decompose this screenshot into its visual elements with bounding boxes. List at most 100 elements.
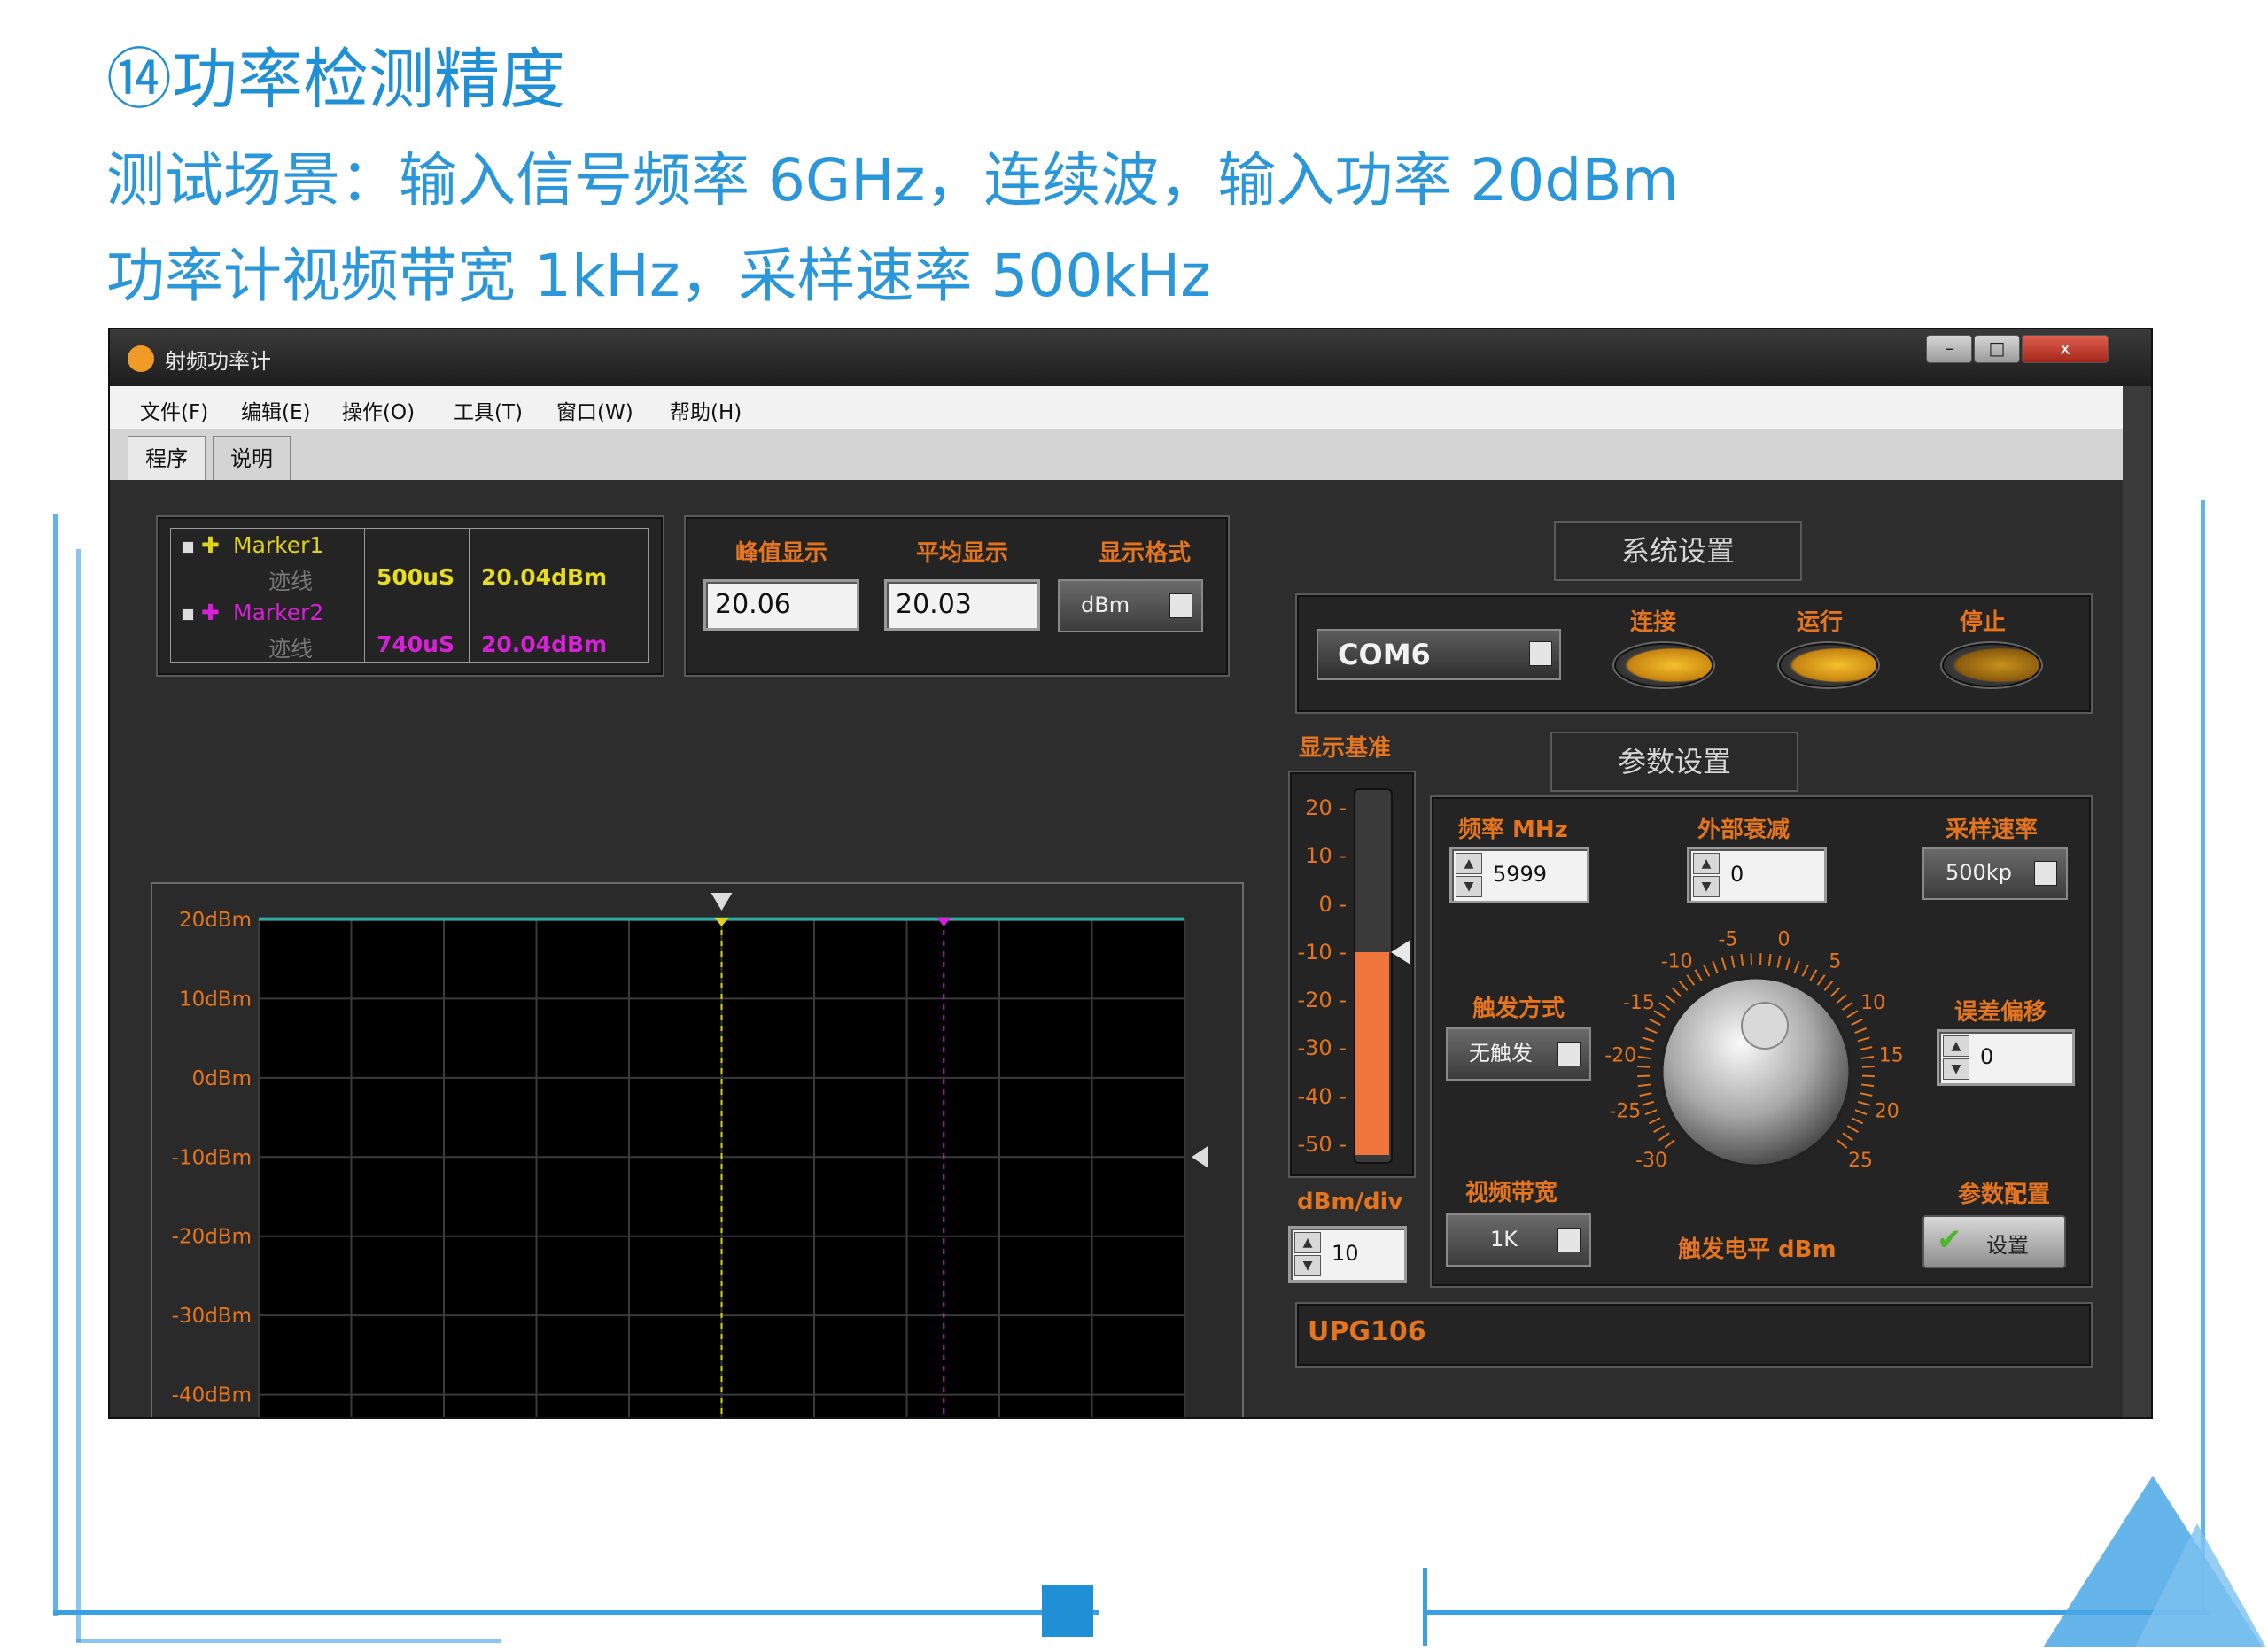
dial-tick [1637,1083,1651,1088]
reference-level-meter[interactable]: 20 - 10 - 0 - -10 - -20 - -30 - -40 - -50 - [1288,771,1416,1178]
maximize-button[interactable]: □ [1974,335,2020,363]
stop-indicator-button[interactable] [1942,643,2041,687]
check-icon: ✔ [1937,1222,1962,1258]
set-button[interactable]: ✔ 设置 [1922,1215,2066,1268]
stepper-down-icon[interactable]: ▼ [1294,1255,1321,1276]
dial-tick [1642,1100,1655,1106]
trigger-mode-dropdown[interactable]: 无触发 [1446,1027,1591,1081]
dial-tick-label: 5 [1829,951,1841,973]
close-button[interactable]: x [2022,335,2109,363]
dial-tick-label: -25 [1609,1100,1641,1122]
meter-tick-label: 0 - [1318,891,1347,917]
dial-tick [1665,994,1676,1004]
dial-tick [1720,957,1727,971]
set-button-label: 设置 [1986,1233,2029,1258]
dbm-per-div-value: 10 [1332,1241,1359,1266]
marker1-power: 20.04dBm [481,564,608,590]
dial-tick [1644,1027,1658,1035]
video-bandwidth-dropdown[interactable]: 1K [1446,1213,1591,1267]
dial-tick-label: -5 [1718,928,1737,950]
dial-tick [1851,1117,1864,1125]
tab-description[interactable]: 说明 [213,436,291,481]
tab-program[interactable]: 程序 [128,436,206,481]
menu-operate[interactable]: 操作(O) [342,395,415,425]
stepper-down-icon[interactable]: ▼ [1456,876,1482,897]
dial-tick [1644,1109,1658,1116]
marker1-time: 500uS [377,564,454,590]
menu-edit[interactable]: 编辑(E) [241,395,310,425]
dial-tick [1671,987,1682,997]
dial-tick [1860,1046,1873,1051]
trigger-level-dial[interactable]: -30 -25 -20 -15 -10 -5 0 5 10 15 20 25 [1605,921,1907,1213]
dial-tick [1841,1002,1853,1011]
stepper-down-icon[interactable]: ▼ [1943,1058,1969,1080]
video-bandwidth-label: 视频带宽 [1465,1180,1558,1206]
menu-tools[interactable]: 工具(T) [454,395,523,425]
dial-tick [1767,953,1772,967]
marker-plus-icon: ✚ [201,532,220,558]
marker2-trace: 迹线 [268,636,314,662]
stepper-up-icon[interactable]: ▲ [1693,853,1720,874]
system-panel: COM6 连接 运行 停止 [1295,593,2093,714]
dial-tick [1837,1139,1848,1149]
run-indicator-button[interactable] [1779,643,1878,687]
menu-file[interactable]: 文件(F) [140,395,208,425]
dial-tick [1664,1139,1675,1149]
dial-grip-icon [1741,1002,1789,1050]
y-tick-label: 20dBm [179,909,252,932]
frame-left-line-2 [76,549,81,1642]
power-chart[interactable]: 0S 100uS 200uS 300uS 400uS 500uS 600uS 700uS 800… [151,882,1244,1419]
port-select[interactable]: COM6 [1317,629,1561,680]
marker-table-divider [469,529,470,662]
dial-tick [1854,1109,1868,1116]
stop-label: 停止 [1960,609,2007,636]
triangle-decoration [2043,1476,2266,1647]
external-attenuation-stepper[interactable]: ▲ ▼ 0 [1687,847,1827,903]
y-tick-label: 10dBm [179,988,252,1011]
port-value: COM6 [1338,638,1431,671]
marker2-name[interactable]: Marker2 [233,600,323,625]
frame-right-line [2201,500,2205,1614]
app-logo-icon [128,345,154,372]
dial-tick [1658,1132,1670,1142]
error-offset-stepper[interactable]: ▲ ▼ 0 [1937,1029,2075,1086]
connect-indicator-button[interactable] [1614,643,1713,687]
video-bandwidth-value: 1K [1490,1227,1518,1252]
stepper-up-icon[interactable]: ▲ [1943,1035,1969,1057]
dial-tick [1793,960,1800,973]
marker-table-divider [364,529,365,662]
marker1-name[interactable]: Marker1 [233,532,323,558]
collapse-icon[interactable] [182,541,194,554]
collapse-icon[interactable] [182,608,194,621]
menu-help[interactable]: 帮助(H) [670,395,742,425]
display-reference-label: 显示基准 [1299,735,1392,762]
meter-tick-label: -20 - [1297,988,1348,1013]
frequency-stepper[interactable]: ▲ ▼ 5999 [1449,847,1589,903]
dial-tick [1860,1092,1873,1097]
power-trace-plot[interactable]: 0S 100uS 200uS 300uS 400uS 500uS 600uS 700uS 800… [152,884,1242,1419]
stepper-up-icon[interactable]: ▲ [1456,853,1482,874]
stepper-down-icon[interactable]: ▼ [1693,876,1720,897]
display-format-dropdown[interactable]: dBm [1058,579,1203,632]
meter-slider-handle[interactable] [1391,939,1410,965]
test-scenario-line-1: 测试场景：输入信号频率 6GHz，连续波，输入功率 20dBm [106,146,1679,214]
dial-tick [1776,955,1782,968]
dial-tick [1854,1027,1868,1035]
dial-tick [1649,1018,1661,1026]
status-bar: UPG106 [1295,1302,2093,1368]
dial-tick [1830,987,1841,997]
minimize-button[interactable]: – [1926,335,1972,363]
dial-tick [1846,1010,1859,1019]
dial-tick-label: -10 [1661,951,1693,973]
dropdown-arrow-icon [1529,641,1552,666]
menu-window[interactable]: 窗口(W) [556,395,633,425]
window-right-edge [2123,386,2151,1417]
parameter-config-label: 参数配置 [1958,1182,2051,1208]
dbm-per-div-stepper[interactable]: ▲ ▼ 10 [1288,1226,1407,1283]
y-tick-label: -20dBm [172,1226,252,1249]
dial-tick [1842,1132,1853,1142]
error-offset-label: 误差偏移 [1954,999,2047,1026]
app-window: 射频功率计 – □ x 文件(F) 编辑(E) 操作(O) 工具(T) 窗口(W… [108,328,2153,1419]
sample-rate-dropdown[interactable]: 500kp [1922,847,2068,900]
stepper-up-icon[interactable]: ▲ [1294,1232,1321,1253]
